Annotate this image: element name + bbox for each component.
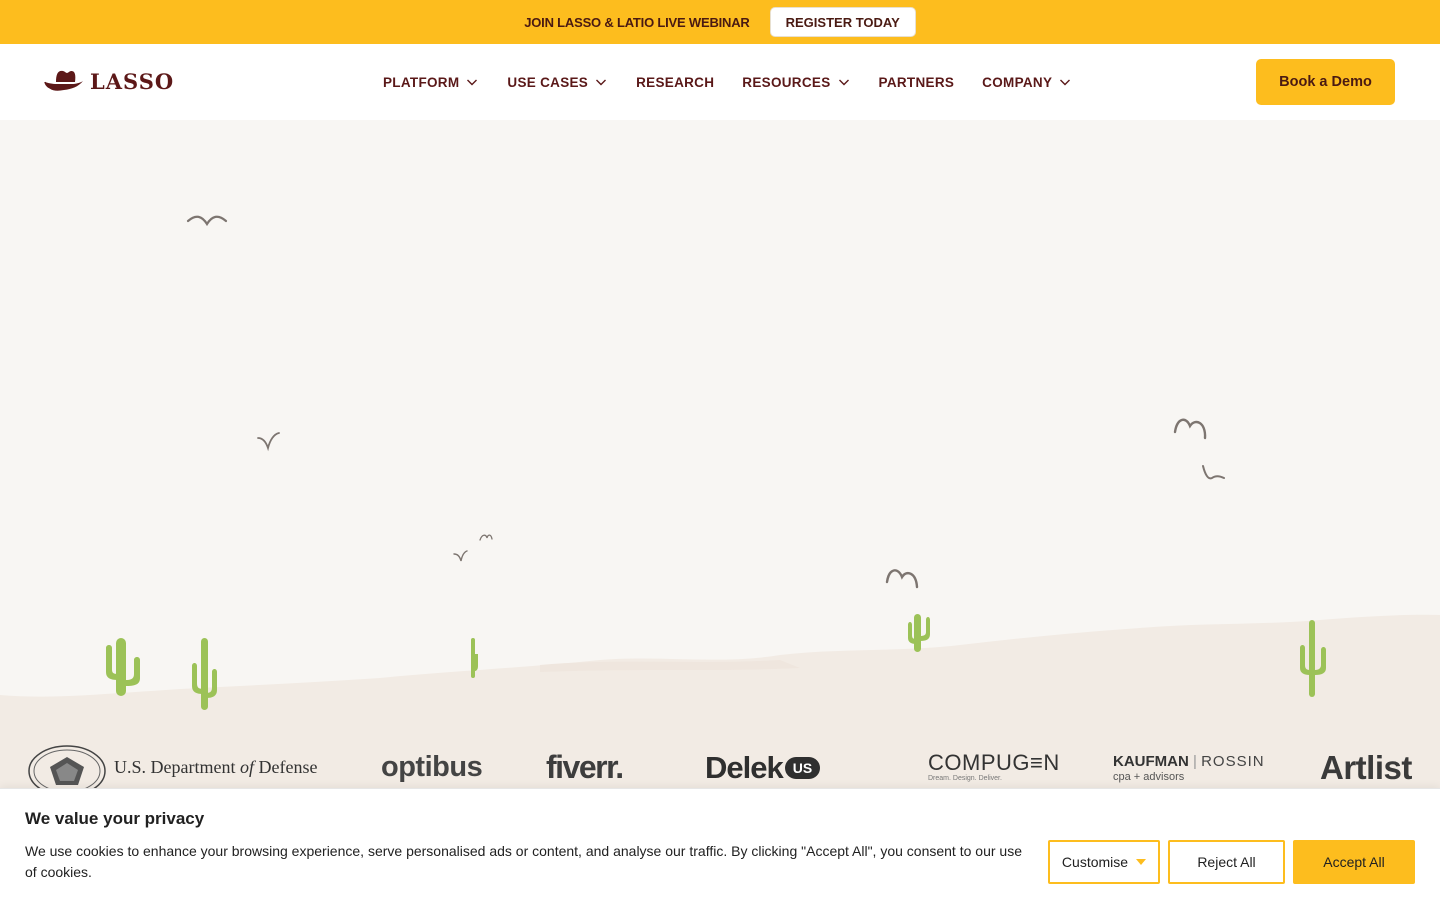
hero-scene xyxy=(0,120,1440,790)
bird-icon xyxy=(479,534,493,541)
bird-icon xyxy=(257,432,280,452)
reject-all-button[interactable]: Reject All xyxy=(1168,840,1285,884)
client-logo-delek: Delek US xyxy=(705,745,821,790)
book-demo-button[interactable]: Book a Demo xyxy=(1256,59,1395,105)
bird-icon xyxy=(186,215,228,227)
chevron-down-icon xyxy=(596,79,607,86)
nav-use-cases[interactable]: USE CASES xyxy=(507,75,608,90)
nav-company-label: COMPANY xyxy=(982,74,1053,90)
announcement-bar: JOIN LASSO & LATIO LIVE WEBINAR REGISTER… xyxy=(0,0,1440,44)
nav-platform-label: PLATFORM xyxy=(383,74,460,90)
nav-use-cases-label: USE CASES xyxy=(507,74,589,90)
main-nav: PLATFORM USE CASES RESEARCH RESOURCES PA… xyxy=(383,44,1072,120)
cactus-icon xyxy=(106,638,140,696)
client-logo-kaufman-rossin: KAUFMAN | ROSSIN cpa + advisors xyxy=(1113,752,1265,783)
desert-illustration xyxy=(0,215,1440,790)
nav-platform[interactable]: PLATFORM xyxy=(383,75,479,90)
caret-down-icon xyxy=(1136,859,1147,865)
cookie-description: We use cookies to enhance your browsing … xyxy=(25,843,1022,880)
cactus-icon xyxy=(908,614,930,652)
bird-icon xyxy=(1173,418,1207,440)
cowboy-hat-icon xyxy=(44,70,83,91)
register-today-button[interactable]: REGISTER TODAY xyxy=(769,7,916,37)
site-header: LASSO PLATFORM USE CASES RESEARCH RESOUR… xyxy=(0,44,1440,120)
nav-company[interactable]: COMPANY xyxy=(982,75,1072,90)
bird-icon xyxy=(885,569,919,589)
nav-resources[interactable]: RESOURCES xyxy=(742,75,850,90)
nav-research[interactable]: RESEARCH xyxy=(636,75,714,90)
client-logo-fiverr: fiverr. xyxy=(546,749,624,785)
chevron-down-icon xyxy=(467,79,478,86)
announcement-text: JOIN LASSO & LATIO LIVE WEBINAR xyxy=(524,14,750,30)
client-logo-artlist: Artlist xyxy=(1320,748,1412,786)
nav-resources-label: RESOURCES xyxy=(742,74,831,90)
lasso-logo[interactable]: LASSO xyxy=(44,68,174,94)
chevron-down-icon xyxy=(1060,79,1071,86)
dod-wordmark: U.S. Department of Defense xyxy=(114,757,318,777)
cookie-title: We value your privacy xyxy=(25,809,205,828)
customise-button[interactable]: Customise xyxy=(1048,840,1160,884)
cookie-banner: We value your privacy We use cookies to … xyxy=(0,788,1440,900)
pentagon-seal-icon xyxy=(28,745,106,790)
bird-icon xyxy=(1202,465,1225,480)
customise-label: Customise xyxy=(1061,854,1129,870)
client-logo-optibus: optibus xyxy=(381,751,483,783)
chevron-down-icon xyxy=(838,79,849,86)
bird-icon xyxy=(453,550,468,562)
accept-all-button[interactable]: Accept All xyxy=(1293,840,1415,884)
client-logos-strip: U.S. Department of Defense optibus fiver… xyxy=(0,745,1440,790)
nav-partners-label: PARTNERS xyxy=(878,74,955,90)
client-logo-dod: U.S. Department of Defense xyxy=(28,745,320,790)
client-logo-compugen: COMPUG≡N Dream. Design. Deliver. xyxy=(928,750,1060,783)
nav-research-label: RESEARCH xyxy=(636,74,715,90)
nav-partners[interactable]: PARTNERS xyxy=(879,75,955,90)
logo-text: LASSO xyxy=(90,68,175,94)
